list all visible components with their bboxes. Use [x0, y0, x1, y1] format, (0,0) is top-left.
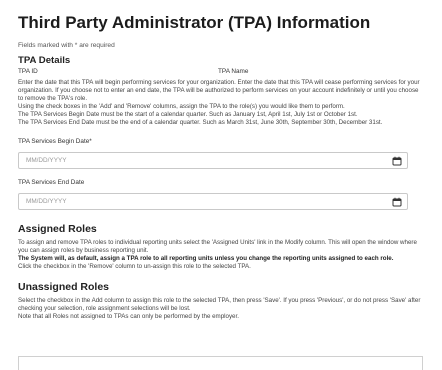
- begin-date-label: TPA Services Begin Date*: [18, 137, 92, 145]
- unassigned-roles-note: Note that all Roles not assigned to TPAs…: [18, 313, 239, 321]
- begin-date-input[interactable]: MM/DD/YYYY: [18, 151, 408, 169]
- calendar-icon[interactable]: [392, 156, 402, 166]
- unassigned-roles-heading: Unassigned Roles: [18, 280, 110, 293]
- page-title: Third Party Administrator (TPA) Informat…: [18, 13, 371, 32]
- tpa-details-heading: TPA Details: [18, 55, 71, 66]
- tpa-information-page: Third Party Administrator (TPA) Informat…: [0, 0, 442, 370]
- tpa-details-instructions: Enter the date that this TPA will begin …: [18, 79, 424, 128]
- unassigned-roles-text: Select the checkbox in the Add column to…: [18, 296, 421, 313]
- instruction-paragraph: The TPA Services Begin Date must be the …: [18, 111, 358, 119]
- end-date-label: TPA Services End Date: [18, 178, 85, 186]
- instruction-paragraph: The TPA Services End Date must be the en…: [18, 119, 383, 127]
- instruction-paragraph: Using the check boxes in the 'Add' and '…: [18, 103, 345, 111]
- assigned-roles-heading: Assigned Roles: [18, 222, 97, 235]
- end-date-placeholder: MM/DD/YYYY: [26, 197, 67, 205]
- assigned-roles-text: To assign and remove TPA roles to indivi…: [18, 238, 417, 254]
- required-fields-note: Fields marked with * are required: [18, 42, 115, 49]
- tpa-name-label: TPA Name: [218, 68, 249, 75]
- unassigned-roles-table: [18, 356, 423, 370]
- begin-date-placeholder: MM/DD/YYYY: [26, 156, 67, 164]
- assigned-roles-instructions: To assign and remove TPA roles to indivi…: [18, 239, 424, 271]
- end-date-input[interactable]: MM/DD/YYYY: [18, 192, 408, 210]
- calendar-icon[interactable]: [392, 197, 402, 207]
- unassigned-roles-instructions: Select the checkbox in the Add column to…: [18, 297, 424, 321]
- tpa-id-label: TPA ID: [18, 68, 38, 75]
- assigned-roles-default-note: The System will, as default, assign a TP…: [18, 254, 394, 262]
- assigned-roles-remove-note: Click the checkbox in the 'Remove' colum…: [18, 262, 251, 270]
- tpa-id-name-row: TPA ID TPA Name: [18, 68, 424, 76]
- instruction-paragraph: Enter the date that this TPA will begin …: [18, 79, 420, 103]
